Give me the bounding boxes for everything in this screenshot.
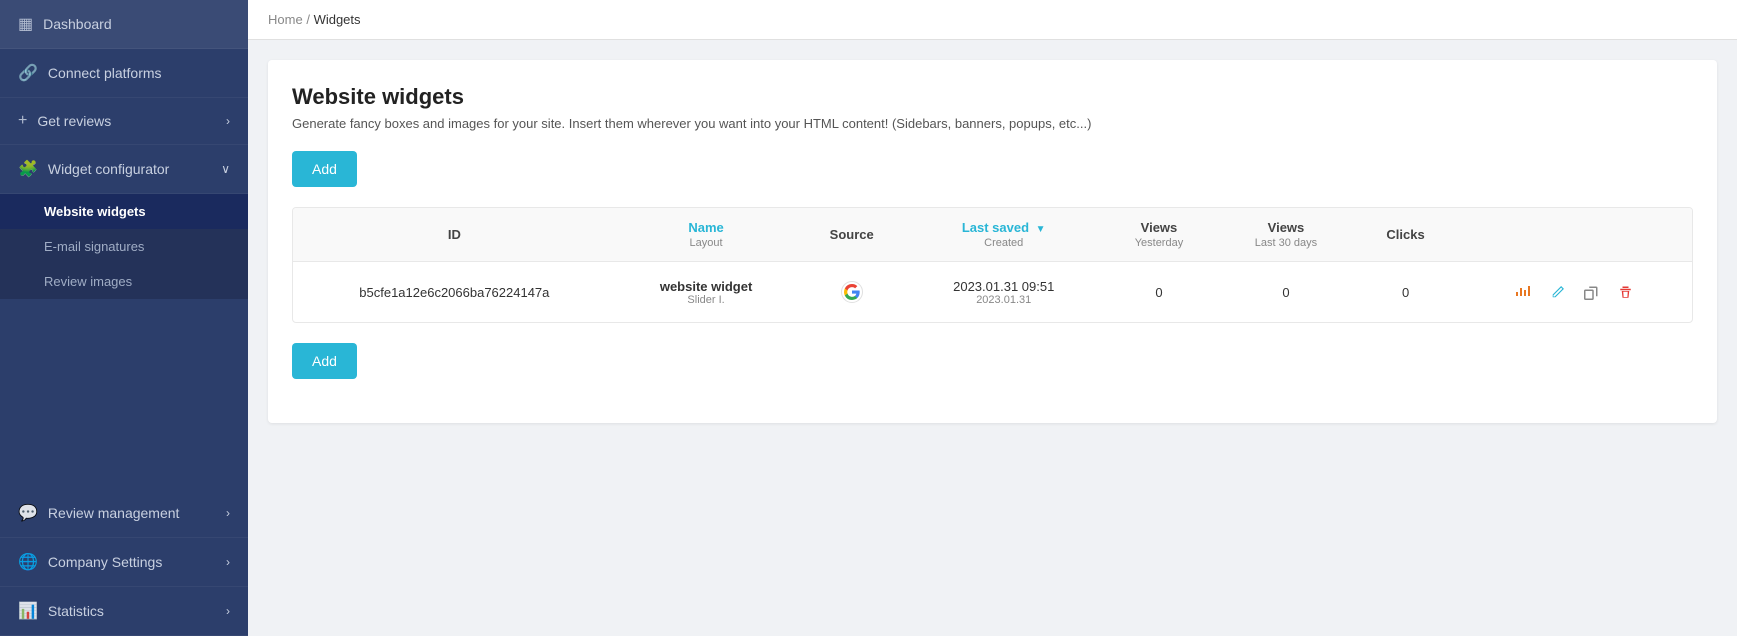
chevron-right-icon: › [226,114,230,128]
chevron-right-icon: › [226,506,230,520]
plus-icon: + [18,112,27,130]
chevron-right-icon: › [226,604,230,618]
link-icon: 🔗 [18,63,38,83]
sidebar-item-label: Widget configurator [48,161,169,177]
sidebar-item-dashboard[interactable]: ▦ Dashboard [0,0,248,49]
sidebar-item-get-reviews[interactable]: + Get reviews › [0,98,248,145]
chevron-right-icon: › [226,555,230,569]
breadcrumb-home[interactable]: Home [268,12,303,27]
sidebar-sub-item-review-images[interactable]: Review images [0,264,248,299]
chat-icon: 💬 [18,503,38,523]
sidebar-item-widget-configurator[interactable]: 🧩 Widget configurator ∨ [0,145,248,194]
sidebar-sub-item-label: Review images [44,274,132,289]
col-actions [1457,208,1692,262]
col-id: ID [293,208,616,262]
page-card: Website widgets Generate fancy boxes and… [268,60,1717,423]
sidebar-item-label: Dashboard [43,16,112,32]
edit-button[interactable] [1543,278,1571,306]
cell-clicks: 0 [1355,262,1457,323]
col-source: Source [796,208,907,262]
puzzle-icon: 🧩 [18,159,38,179]
dashboard-icon: ▦ [18,14,33,34]
col-last-saved[interactable]: Last saved ▼ Created [907,208,1101,262]
widgets-table-wrapper: ID Name Layout Source Last saved [292,207,1693,323]
breadcrumb: Home / Widgets [248,0,1737,40]
sidebar: ▦ Dashboard 🔗 Connect platforms + Get re… [0,0,248,636]
col-name[interactable]: Name Layout [616,208,797,262]
globe-icon: 🌐 [18,552,38,572]
main-content: Home / Widgets Website widgets Generate … [248,0,1737,636]
col-clicks: Clicks [1355,208,1457,262]
google-icon [841,281,863,303]
sidebar-item-label: Statistics [48,603,104,619]
breadcrumb-current: Widgets [314,12,361,27]
cell-actions [1457,262,1692,323]
add-button-top[interactable]: Add [292,151,357,187]
sidebar-item-review-management[interactable]: 💬 Review management › [0,489,248,538]
col-views-yesterday: Views Yesterday [1100,208,1217,262]
sidebar-sub-item-website-widgets[interactable]: Website widgets [0,194,248,229]
add-button-bottom[interactable]: Add [292,343,357,379]
delete-button[interactable] [1611,278,1639,306]
stats-button[interactable] [1509,278,1537,306]
page-title: Website widgets [292,84,1693,110]
sidebar-item-connect-platforms[interactable]: 🔗 Connect platforms [0,49,248,98]
cell-views-30: 0 [1217,262,1354,323]
chevron-down-icon: ∨ [221,162,230,176]
bar-chart-icon: 📊 [18,601,38,621]
sidebar-item-label: Review management [48,505,180,521]
widgets-table: ID Name Layout Source Last saved [293,208,1692,322]
cell-views-yesterday: 0 [1100,262,1217,323]
copy-button[interactable] [1577,278,1605,306]
cell-id: b5cfe1a12e6c2066ba76224147a [293,262,616,323]
sidebar-item-company-settings[interactable]: 🌐 Company Settings › [0,538,248,587]
sidebar-sub-item-email-signatures[interactable]: E-mail signatures [0,229,248,264]
sidebar-item-statistics[interactable]: 📊 Statistics › [0,587,248,636]
col-views-30: Views Last 30 days [1217,208,1354,262]
sidebar-item-label: Connect platforms [48,65,162,81]
row-actions [1473,278,1676,306]
cell-source [796,262,907,323]
content-area: Website widgets Generate fancy boxes and… [248,40,1737,636]
sidebar-sub-item-label: Website widgets [44,204,146,219]
breadcrumb-separator: / [306,12,310,27]
sidebar-sub-item-label: E-mail signatures [44,239,144,254]
cell-last-saved: 2023.01.31 09:51 2023.01.31 [907,262,1101,323]
table-row: b5cfe1a12e6c2066ba76224147a website widg… [293,262,1692,323]
page-description: Generate fancy boxes and images for your… [292,116,1693,131]
sidebar-item-label: Get reviews [37,113,111,129]
sidebar-item-label: Company Settings [48,554,162,570]
cell-name: website widget Slider I. [616,262,797,323]
